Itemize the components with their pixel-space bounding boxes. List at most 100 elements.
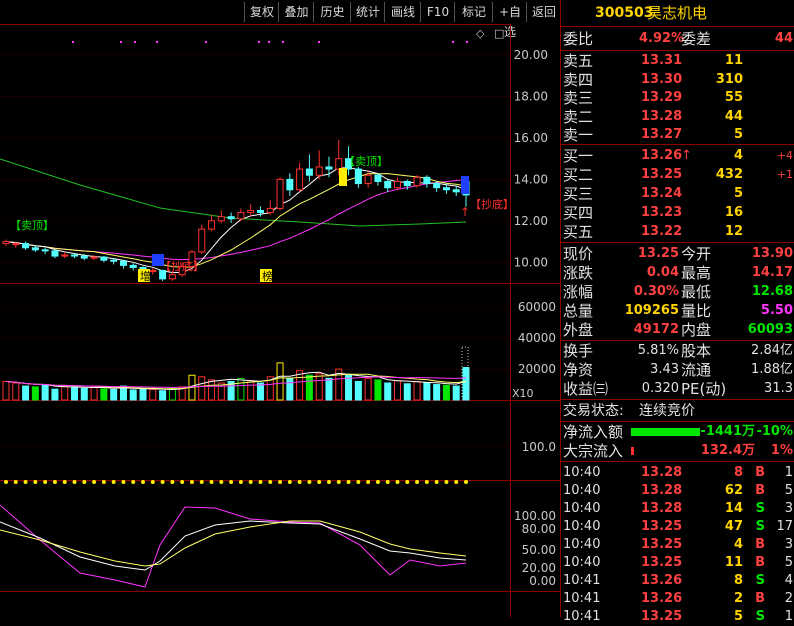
candle-body: [80, 255, 88, 259]
fundamental-row: 收益㈢ 0.320 PE(动) 31.3: [563, 380, 793, 398]
volume-bar: [22, 385, 30, 401]
tick-row: 10:40 13.28 62 B 5: [563, 483, 793, 498]
candle-body: [129, 264, 137, 268]
volume-bar: [110, 388, 118, 401]
volume-bar: [51, 388, 59, 401]
bid-row: 买四 13.23 16: [563, 204, 743, 222]
ask-row: 卖三 13.29 55: [563, 89, 743, 107]
signal-dot: [452, 41, 454, 43]
volume-bar: [208, 379, 216, 401]
volume-bar: [393, 380, 401, 401]
candle-body: [208, 220, 216, 230]
stock-name: 昊志机电: [647, 4, 708, 22]
indicator-dot: [209, 480, 214, 484]
ask-row: 卖一 13.27 5: [563, 126, 743, 144]
volume-bar: [159, 390, 167, 401]
indicator-dot: [229, 480, 234, 484]
indicator-dot: [307, 480, 312, 484]
tick-row: 10:40 13.28 14 S 3: [563, 501, 793, 516]
volume-bar: [315, 373, 323, 401]
signal-dot: [205, 41, 207, 43]
volume-bar: [129, 389, 137, 401]
volume-bar: [286, 377, 294, 401]
indicator-dot: [326, 480, 331, 484]
indicator-dot: [336, 480, 341, 484]
candle-body: [403, 180, 411, 187]
indicator-dot: [141, 480, 146, 484]
candle-body: [168, 274, 176, 280]
ask-row: 卖五 13.31 11: [563, 52, 743, 70]
quote-row: 总量 109265 量比 5.50: [563, 302, 793, 320]
volume-bar: [71, 387, 79, 401]
volume-bar: [345, 374, 353, 401]
signal-dot: [282, 41, 284, 43]
volume-axis-tick-label: 40000: [518, 331, 556, 345]
trade-status-row: 交易状态: 连续竞价: [563, 403, 695, 419]
volume-bar: [325, 377, 333, 401]
indicator-dot: [385, 480, 390, 484]
oscillator-axis-tick-label: 0.00: [529, 574, 556, 588]
volume-bar: [31, 386, 39, 401]
indicator-dot: [160, 480, 165, 484]
price-axis-tick-label: 14.00: [514, 172, 548, 186]
volume-bar: [384, 382, 392, 401]
oscillator-axis-tick-label: 20.00: [522, 561, 556, 575]
volume-bar: [452, 385, 460, 401]
indicator-dot: [82, 480, 87, 484]
indicator-dot: [199, 480, 204, 484]
candle-body: [198, 228, 206, 253]
signal-dot: [258, 41, 260, 43]
tick-row: 10:40 13.25 4 B 3: [563, 537, 793, 552]
signal-candle: [339, 168, 347, 186]
candle-body: [119, 260, 127, 266]
price-axis-tick-label: 12.00: [514, 214, 548, 228]
volume-bar: [247, 380, 255, 401]
indicator-dot: [170, 480, 175, 484]
up-arrow-icon: ↑: [460, 205, 470, 219]
candle-body: [374, 174, 382, 182]
oscillator-axis-tick-label: 100.00: [514, 509, 556, 523]
candle-body: [71, 254, 79, 257]
candle-body: [296, 168, 304, 191]
indicator-dot: [121, 480, 126, 484]
stock-code: 300503: [595, 5, 654, 21]
volume-bar: [423, 382, 431, 401]
candle-body: [452, 189, 460, 193]
chart-area[interactable]: ◇ □ 20.00 18.00 16.00 14.00 12.00 10.00 60000 40…: [0, 0, 560, 617]
diamond-icon: ◇: [476, 27, 485, 40]
indicator-dot: [52, 480, 57, 484]
ask-row: 卖二 13.28 44: [563, 107, 743, 126]
chart-annotation: 增: [140, 269, 151, 283]
oscillator-axis-tick-label: 50.00: [522, 543, 556, 557]
oscillator-line-d: [0, 520, 467, 567]
volume-scale-label: X10: [512, 387, 534, 400]
tick-row: 10:41 13.26 8 S 4: [563, 573, 793, 588]
volume-bar: [276, 362, 284, 401]
candle-body: [100, 256, 108, 261]
candle-body: [31, 247, 39, 251]
flow-row: 净流入额 -1441万 -10%: [563, 423, 793, 441]
fundamental-row: 净资 3.43 流通 1.88亿: [563, 361, 793, 379]
tick-row: 10:40 13.25 47 S 17: [563, 519, 793, 534]
collapse-icon: □: [494, 27, 504, 40]
candle-body: [51, 250, 59, 257]
quote-row: 涨跌 0.04 最高 14.17: [563, 264, 793, 282]
indicator-dot: [434, 480, 439, 484]
volume-bar: [41, 384, 49, 401]
volume-bar: [413, 380, 421, 401]
signal-dot: [72, 41, 74, 43]
volume-bar: [139, 388, 147, 401]
indicator-dot: [248, 480, 253, 484]
volume-bar: [256, 382, 264, 401]
indicator-dot: [258, 480, 263, 484]
indicator-dot: [278, 480, 283, 484]
signal-dot: [318, 41, 320, 43]
quote-row: 外盘 49172 内盘 60093: [563, 321, 793, 339]
ma20-line: [5, 179, 467, 261]
candle-body: [110, 259, 118, 262]
indicator-dot: [62, 480, 67, 484]
indicator-dot: [150, 480, 155, 484]
volume-bar: [403, 383, 411, 401]
volume-bar: [168, 387, 176, 401]
tick-row: 10:40 13.28 8 B 1: [563, 465, 793, 480]
